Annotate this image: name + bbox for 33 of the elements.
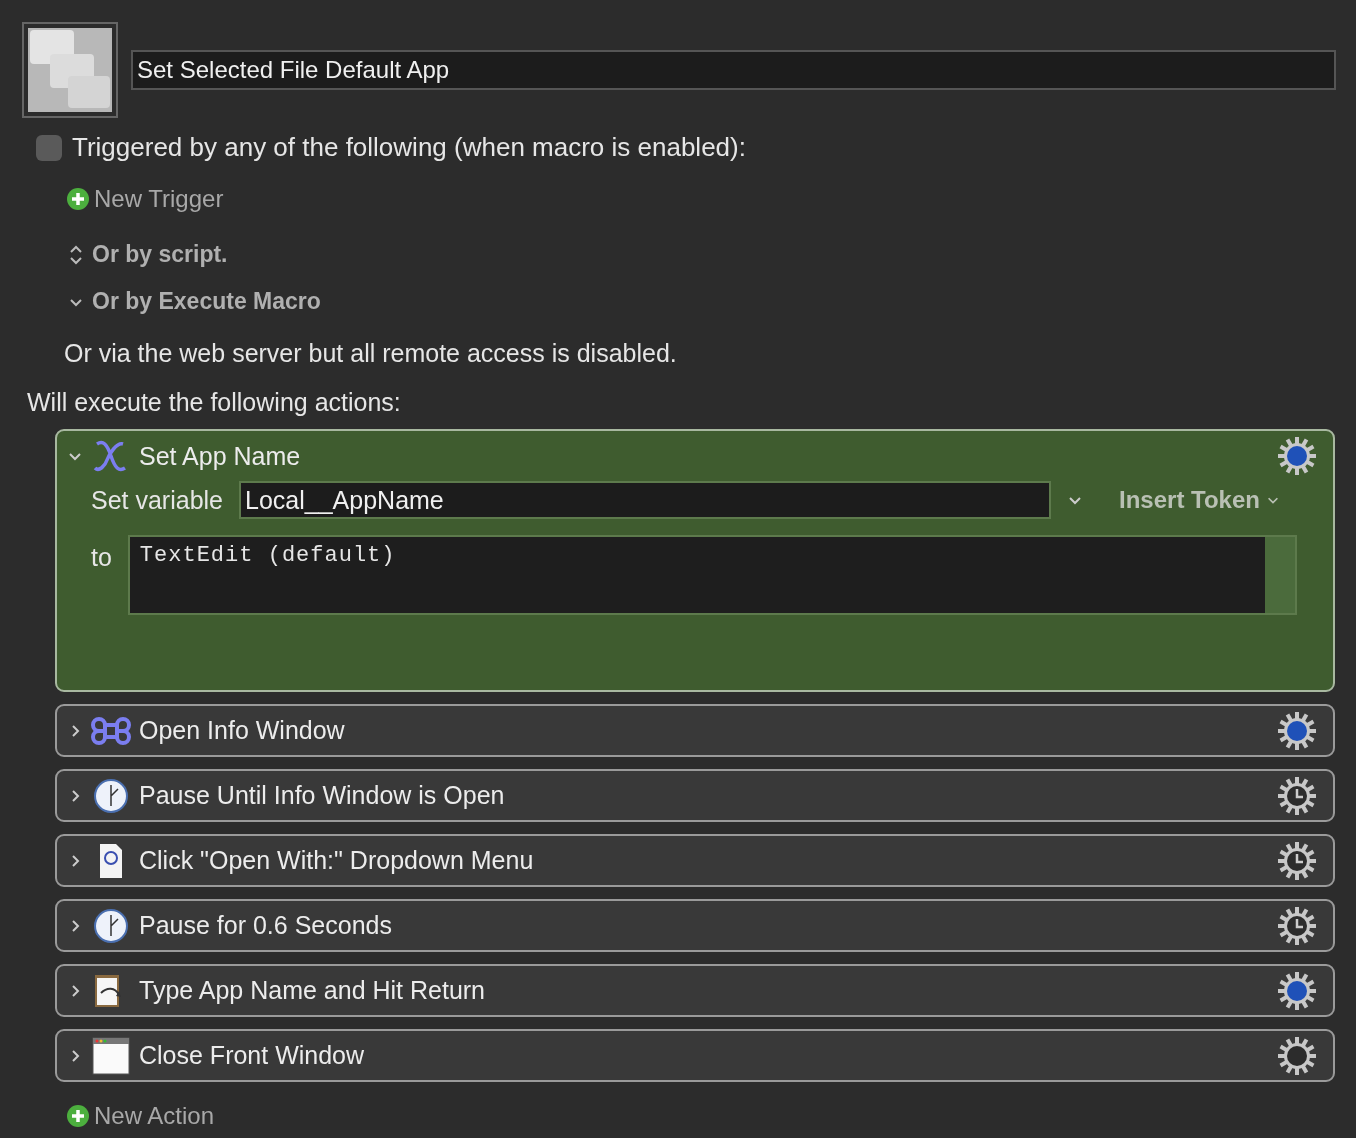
action-title: Pause Until Info Window is Open (139, 781, 506, 810)
macro-name-field[interactable]: Set Selected File Default App (131, 50, 1336, 90)
value-text-area[interactable]: TextEdit (default) (127, 535, 1297, 615)
settings-icon[interactable] (1277, 436, 1317, 476)
variable-name-field[interactable]: Local__AppName (239, 481, 1052, 519)
add-icon (66, 1104, 90, 1128)
actions-heading: Will execute the following actions: (27, 388, 401, 417)
trigger-label: Triggered by any of the following (when macro is enabled): (72, 132, 746, 163)
gear-clock-icon[interactable] (1277, 840, 1317, 881)
gear-clock-icon[interactable] (1277, 775, 1317, 816)
stepper-icon (68, 243, 84, 266)
window-icon (91, 1035, 131, 1076)
action-title: Type App Name and Hit Return (139, 976, 487, 1005)
section-toggle[interactable]: Or by script. (68, 241, 228, 268)
to-label: to (91, 543, 112, 572)
action-title: Open Info Window (139, 716, 346, 745)
section-toggle[interactable]: Or by Execute Macro (68, 288, 321, 315)
macro-group-icon (28, 28, 112, 112)
set-variable-label: Set variable (91, 485, 224, 515)
action-title: Pause for 0.6 Seconds (139, 911, 393, 940)
action-title: Set App Name (139, 441, 302, 471)
action-title: Click "Open With:" Dropdown Menu (139, 846, 535, 875)
insert-token-button[interactable]: Insert Token (1119, 486, 1280, 514)
settings-icon[interactable] (1277, 970, 1317, 1011)
settings-icon[interactable] (1277, 1035, 1317, 1076)
new-trigger-button[interactable]: New Trigger (66, 185, 224, 213)
web-server-note: Or via the web server but all remote access is disabled. (64, 339, 677, 368)
new-action-button[interactable]: New Action (66, 1102, 215, 1130)
gear-clock-icon[interactable] (1277, 905, 1317, 946)
add-icon (66, 187, 90, 211)
action-title: Close Front Window (139, 1041, 366, 1070)
trigger-checkbox[interactable] (36, 134, 62, 161)
settings-icon[interactable] (1277, 710, 1317, 751)
